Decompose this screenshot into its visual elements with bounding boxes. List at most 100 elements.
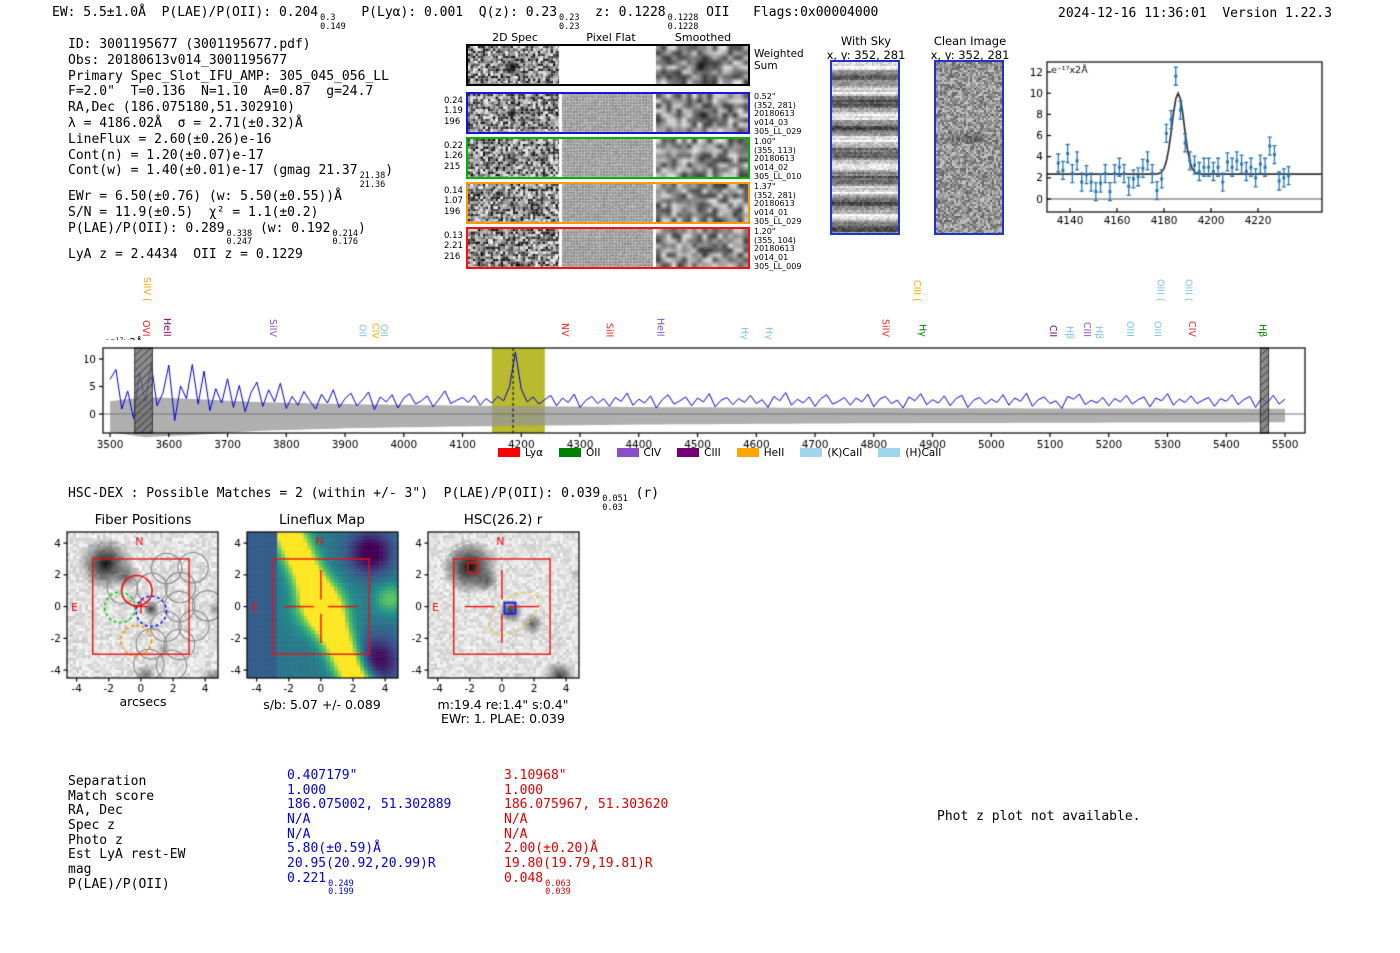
cutout-col-header-pixelflat: Pixel Flat: [586, 31, 636, 44]
info-line: Primary Spec_Slot_IFU_AMP: 305_045_056_L…: [68, 68, 389, 84]
info-line: LyA z = 2.4434 OII z = 0.1229: [68, 246, 303, 262]
cutout-row-weighted-sum: [466, 44, 750, 86]
cutout-col-header-2dspec: 2D Spec: [492, 31, 538, 44]
sup-sub-value: 0.249 0.199: [328, 878, 354, 898]
hsc-cutout-plot: [398, 526, 593, 698]
with-sky-image: [832, 62, 898, 233]
photz-unavailable-notice: Phot z plot not available.: [937, 809, 1141, 824]
info-line: F=2.0" T=0.136 N=1.10 A=0.87 g=24.7: [68, 84, 374, 100]
match-table-value: 0.407179": [287, 768, 358, 783]
legend-swatch: [616, 448, 639, 457]
match-table-value: 5.80(±0.59)Å: [287, 841, 381, 857]
cutout-row-fiber-info: 0.52" (352, 281) 20180613 v014_03 305_LL_029: [754, 92, 802, 136]
legend-swatch: [736, 448, 759, 457]
legend-item: (H)CaII: [878, 447, 941, 459]
info-line: λ = 4186.02Å σ = 2.71(±0.32)Å: [68, 115, 303, 131]
match-table-label: P(LAE)/P(OII): [68, 876, 170, 892]
sup-sub-value: 21.38 21.36: [359, 171, 386, 190]
info-line: LineFlux = 2.60(±0.26)e-16: [68, 131, 272, 147]
sup-sub-value: 0.338 0.247: [226, 228, 253, 248]
legend-swatch: [800, 448, 823, 457]
emission-line-label: SiIV (: [141, 277, 153, 302]
cutout-images: [468, 229, 748, 267]
sup-sub-value: 0.23 0.23: [559, 13, 580, 32]
emission-line-label: CIII (: [911, 280, 923, 302]
legend-item: Lyα: [498, 447, 543, 459]
spectrum-legend: Lyα OII CIV CIII HeII (K)CaII (H)CaII: [498, 447, 941, 459]
lineflux-map-plot: [217, 526, 412, 698]
hsc-caption-1: m:19.4 re:1.4" s:0.4": [437, 697, 569, 712]
legend-item: (K)CaII: [800, 447, 862, 459]
legend-label: CIV: [643, 447, 662, 459]
emission-line-label: OIII (: [1182, 279, 1194, 302]
cutout-images: [468, 184, 748, 222]
match-table-label: Match score: [68, 788, 155, 804]
legend-swatch: [878, 448, 901, 457]
match-table-value: 19.80(19.79,19.81)R: [504, 856, 653, 872]
cutout-images: [468, 139, 748, 177]
legend-label: HeII: [763, 447, 785, 459]
cutout-row-fiber: [466, 182, 750, 224]
emission-line-label: OIII (: [1154, 279, 1166, 302]
cutout-row-weights: 0.22 1.26 215: [444, 141, 463, 172]
clean-image-frame: [934, 60, 1004, 235]
match-table-value: 20.95(20.92,20.99)R: [287, 856, 436, 872]
info-line: S/N = 11.9(±0.5) χ² = 1.1(±0.2): [68, 205, 319, 221]
legend-label: OII: [586, 447, 601, 459]
weighted-sum-label: Weighted Sum: [754, 48, 804, 72]
info-line: Cont(w) = 1.40(±0.01)e-17 (gmag 21.37 21.…: [68, 163, 394, 190]
match-table-value: 1.000: [504, 782, 544, 798]
legend-item: CIII: [677, 447, 721, 459]
cutout-col-header-smoothed: Smoothed: [674, 31, 732, 44]
cutout-row-fiber-info: 1.37" (352, 281) 20180613 v014_01 305_LL_029: [754, 182, 802, 226]
match-table-label: Spec z: [68, 818, 115, 834]
sup-sub-value: 0.3 0.149: [320, 13, 346, 32]
clean-image-title: Clean Image x, y: 352, 281: [930, 34, 1010, 62]
legend-label: (K)CaII: [827, 447, 863, 459]
sup-sub-value: 0.051 0.03: [602, 494, 628, 513]
info-line: Cont(n) = 1.20(±0.07)e-17: [68, 147, 264, 163]
legend-item: OII: [559, 447, 601, 459]
match-table-value: 186.075002, 51.302889: [287, 797, 452, 813]
hsc-dex-summary: HSC-DEX : Possible Matches = 2 (within +…: [68, 486, 660, 513]
detection-info-block: ID: 3001195677 (3001195677.pdf) Obs: 2018…: [68, 37, 393, 263]
report-datetime-version: 2024-12-16 11:36:01 Version 1.22.3: [1058, 6, 1332, 21]
with-sky-title: With Sky x, y: 352, 281: [826, 34, 906, 62]
match-table-label: mag: [68, 862, 92, 878]
legend-swatch: [559, 448, 582, 457]
with-sky-image-frame: [830, 60, 900, 235]
legend-swatch: [498, 448, 520, 457]
sup-sub-value: 0.063 0.039: [545, 878, 571, 898]
legend-swatch: [677, 448, 700, 457]
info-line: EWr = 6.50(±0.76) (w: 5.50(±0.55))Å: [68, 189, 342, 205]
match-table-value: 0.221 0.249 0.199: [287, 870, 354, 898]
cutout-images: [468, 46, 748, 84]
match-table-value: 0.048 0.063 0.039: [504, 870, 571, 898]
legend-item: CIV: [616, 447, 662, 459]
sup-sub-value: 0.214 0.176: [332, 228, 359, 248]
match-table-col1: 0.407179" 1.000 186.075002, 51.302889 N/A N/…: [287, 768, 452, 898]
legend-label: Lyα: [525, 447, 544, 459]
legend-item: HeII: [736, 447, 785, 459]
match-table-value: N/A: [504, 812, 528, 828]
match-table-label: RA, Dec: [68, 803, 123, 819]
legend-label: CIII: [704, 447, 721, 459]
cutout-row-weights: 0.24 1.19 196: [444, 96, 463, 127]
sup-sub-value: 0.1228 0.1228: [667, 13, 699, 32]
elixer-detection-report: EW: 5.5±1.0Å P(LAE)/P(OII): 0.204 0.3 0.14…: [0, 0, 1400, 953]
match-table-label: Est LyA rest-EW: [68, 847, 186, 863]
cutout-row-fiber-info: 1.00" (355, 113) 20180613 v014_02 305_LL_010: [754, 137, 802, 181]
info-line: RA,Dec (186.075180,51.302910): [68, 100, 295, 116]
cutout-row-fiber: [466, 137, 750, 179]
fiber-positions-plot: [37, 526, 232, 698]
match-table-labels: Separation Match score RA, Dec Spec z Photo …: [68, 774, 186, 893]
cutout-row-weights: 0.14 1.07 196: [444, 186, 463, 217]
match-table-col2: 3.10968" 1.000 186.075967, 51.303620 N/A N/A…: [504, 768, 669, 898]
match-table-value: 186.075967, 51.303620: [504, 797, 669, 813]
hsc-caption-2: EWr: 1. PLAE: 0.039: [441, 711, 565, 726]
summary-header: EW: 5.5±1.0Å P(LAE)/P(OII): 0.204 0.3 0.14…: [52, 5, 879, 32]
match-table-label: Separation: [68, 774, 147, 789]
cutout-row-weights: 0.13 2.21 216: [444, 231, 463, 262]
clean-image: [936, 62, 1002, 233]
legend-label: (H)CaII: [905, 447, 942, 459]
